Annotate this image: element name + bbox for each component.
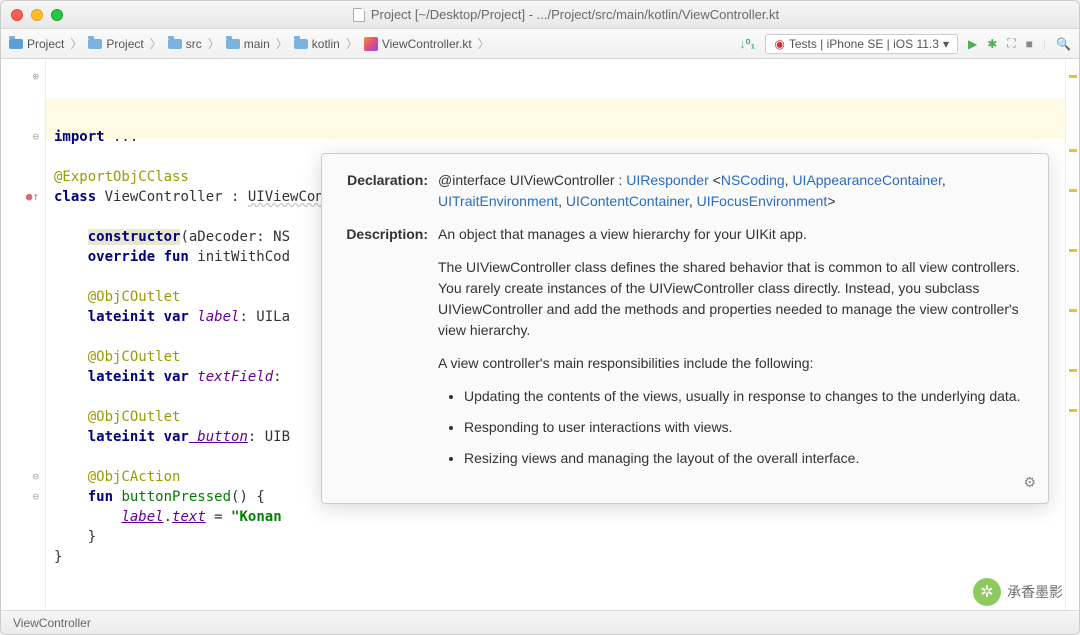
description-content: An object that manages a view hierarchy … (438, 224, 1030, 479)
doc-link[interactable]: UIFocusEnvironment (697, 193, 828, 209)
breadcrumb-item[interactable]: kotlin (294, 37, 340, 51)
window-title: Project [~/Desktop/Project] - .../Projec… (371, 7, 779, 22)
declaration-content: @interface UIViewController : UIResponde… (438, 170, 1030, 212)
zoom-window-button[interactable] (51, 9, 63, 21)
quick-documentation-popup: Declaration: @interface UIViewController… (321, 153, 1049, 504)
minimize-window-button[interactable] (31, 9, 43, 21)
breadcrumb-item[interactable]: src (168, 37, 202, 51)
breadcrumb-item[interactable]: Project (88, 37, 143, 51)
breadcrumb-item[interactable]: main (226, 37, 270, 51)
debug-button[interactable]: ✱ (987, 37, 997, 51)
declaration-label: Declaration: (340, 170, 438, 212)
doc-bullet: Updating the contents of the views, usua… (464, 386, 1030, 407)
document-icon (353, 8, 365, 22)
folder-icon (226, 39, 240, 49)
editor-gutter: ⊕ ⊖ ●↑ ⊖ ⊖ (1, 59, 46, 610)
doc-bullet: Resizing views and managing the layout o… (464, 448, 1030, 469)
status-bar: ViewController (1, 610, 1079, 634)
folder-icon (168, 39, 182, 49)
breadcrumb-item[interactable]: Project (9, 37, 64, 51)
folder-icon (294, 39, 308, 49)
folder-icon (88, 39, 102, 49)
doc-link[interactable]: NSCoding (721, 172, 785, 188)
editor-error-stripe[interactable] (1065, 59, 1079, 610)
run-configuration-selector[interactable]: ◉ Tests | iPhone SE | iOS 11.3 ▾ (765, 34, 958, 54)
navigation-toolbar: Project 〉 Project 〉 src 〉 main 〉 kotlin … (1, 29, 1079, 59)
doc-link[interactable]: UITraitEnvironment (438, 193, 558, 209)
close-window-button[interactable] (11, 9, 23, 21)
download-icon[interactable]: ↓⁰₁ (740, 37, 756, 51)
gear-icon[interactable]: ⚙ (1023, 472, 1036, 493)
breadcrumb: Project 〉 Project 〉 src 〉 main 〉 kotlin … (9, 35, 740, 52)
window-titlebar: Project [~/Desktop/Project] - .../Projec… (1, 1, 1079, 29)
search-icon[interactable]: 🔍 (1056, 37, 1071, 51)
kotlin-file-icon (364, 37, 378, 51)
coverage-button[interactable]: ⛶ (1007, 36, 1015, 51)
status-breadcrumb[interactable]: ViewController (13, 616, 91, 630)
doc-link[interactable]: UIContentContainer (566, 193, 689, 209)
wechat-icon: ✲ (973, 578, 1001, 606)
description-label: Description: (340, 224, 438, 479)
doc-link[interactable]: UIAppearanceContainer (792, 172, 941, 188)
breakpoint-marker[interactable]: ●↑ (1, 187, 39, 207)
project-icon (9, 39, 23, 49)
watermark: ✲ 承香墨影 (973, 578, 1063, 606)
run-button[interactable]: ▶ (968, 37, 977, 51)
stop-button[interactable]: ■ (1026, 37, 1033, 51)
chevron-down-icon: ▾ (943, 37, 949, 51)
doc-link[interactable]: UIResponder (626, 172, 709, 188)
doc-bullet: Responding to user interactions with vie… (464, 417, 1030, 438)
breadcrumb-item[interactable]: ViewController.kt (364, 37, 472, 51)
